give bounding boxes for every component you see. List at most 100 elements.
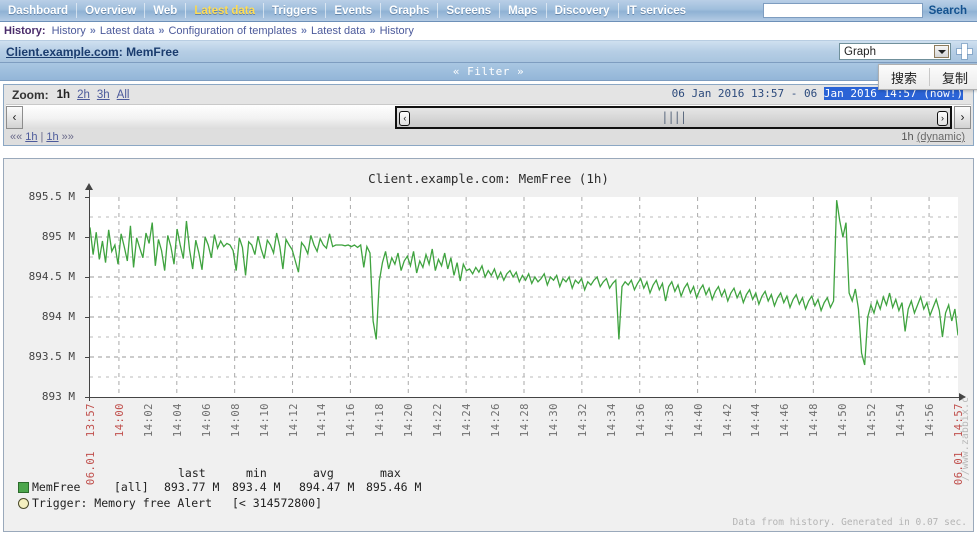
legend-value-min: 893.4 M <box>232 480 281 494</box>
chevron-down-icon[interactable] <box>934 45 949 58</box>
browser-context-menu[interactable]: 搜索 复制 <box>878 64 977 90</box>
generation-info: Data from history. Generated in 0.07 sec… <box>732 517 968 528</box>
dynamic-link[interactable]: (dynamic) <box>917 131 965 143</box>
plot-area[interactable] <box>90 197 958 397</box>
graph-legend: last min avg max MemFree [all] 893.77 M 893.4 … <box>18 466 578 512</box>
trigger-expression: [< 314572800] <box>232 496 323 510</box>
graph-title: Client.example.com: MemFree (1h) <box>368 171 609 186</box>
trigger-label: Trigger: Memory free Alert <box>32 496 213 510</box>
nav-item-screens[interactable]: Screens <box>438 0 499 21</box>
nav-item-overview[interactable]: Overview <box>77 0 144 21</box>
x-axis-tick-label: 14:44 <box>750 403 763 438</box>
nav-item-dashboard[interactable]: Dashboard <box>0 0 76 21</box>
y-axis-tick <box>85 277 90 278</box>
nav-item-web[interactable]: Web <box>145 0 185 21</box>
x-axis-tick-label: 13:57 <box>85 403 97 438</box>
scroll-left-button[interactable]: ‹ <box>6 105 23 129</box>
range-from: 06 Jan 2016 13:57 <box>671 87 785 100</box>
legend-header-row: last min avg max <box>18 466 578 480</box>
context-menu-item-search[interactable]: 搜索 <box>879 68 929 87</box>
x-axis-tick-label: 14:52 <box>866 403 879 438</box>
graph-type-select-value: Graph <box>844 45 876 58</box>
zoom-option-all[interactable]: All <box>117 89 130 101</box>
breadcrumb: History: History» Latest data» Configurati… <box>0 22 977 41</box>
time-slider-thumb[interactable]: ‹ |||| › <box>395 105 952 129</box>
filter-toggle-bar[interactable]: « Filter » <box>0 63 977 81</box>
x-axis-tick-label: 14:10 <box>258 403 271 438</box>
x-axis-tick-label: 14:12 <box>287 403 300 438</box>
legend-row: MemFree [all] 893.77 M 893.4 M 894.47 M 895.4… <box>18 480 578 496</box>
filter-label[interactable]: « Filter » <box>453 65 524 78</box>
legend-value-max: 895.46 M <box>366 480 422 494</box>
slider-right-handle[interactable]: › <box>937 110 948 126</box>
graph-panel: Client.example.com: MemFree (1h) 895.5 M… <box>3 158 974 532</box>
legend-series-scope: [all] <box>114 480 149 494</box>
breadcrumb-link[interactable]: Configuration of templates <box>168 25 296 37</box>
x-axis-tick-label: 14:08 <box>229 403 242 438</box>
x-axis-tick-label: 14:40 <box>692 403 705 438</box>
trigger-swatch-icon <box>18 498 29 509</box>
breadcrumb-separator: » <box>369 25 376 37</box>
host-title-separator: : <box>118 44 127 59</box>
breadcrumb-title: History: <box>4 25 46 37</box>
legend-series-name: MemFree <box>32 480 81 494</box>
legend-header-min: min <box>246 466 267 480</box>
nav-item-events[interactable]: Events <box>326 0 380 21</box>
x-axis-tick-label: 14:34 <box>605 403 618 438</box>
context-menu-item-copy[interactable]: 复制 <box>930 68 977 87</box>
zoom-row: Zoom: 1h 2h 3h All 06 Jan 2016 13:57 - 06 J… <box>4 85 973 104</box>
pager-next-link[interactable]: 1h <box>46 131 58 143</box>
y-axis-tick <box>85 397 90 398</box>
breadcrumb-items: History» Latest data» Configuration of tem… <box>51 25 415 37</box>
zoom-option-1h[interactable]: 1h <box>57 89 70 101</box>
y-axis-tick <box>85 317 90 318</box>
legend-header-max: max <box>380 466 401 480</box>
host-link[interactable]: Client.example.com <box>6 45 119 59</box>
add-favorite-button[interactable] <box>955 42 974 61</box>
time-pager-row: «« 1h | 1h »» 1h (dynamic) <box>4 129 973 145</box>
nav-item-graphs[interactable]: Graphs <box>381 0 437 21</box>
breadcrumb-separator: » <box>300 25 308 37</box>
zoom-option-2h[interactable]: 2h <box>77 89 90 101</box>
breadcrumb-separator: » <box>89 25 96 37</box>
zoom-option-3h[interactable]: 3h <box>97 89 110 101</box>
x-axis-tick-label: 14:22 <box>432 403 445 438</box>
x-axis-tick-label: 14:18 <box>374 403 387 438</box>
search-input[interactable] <box>762 3 923 18</box>
nav-items: Dashboard Overview Web Latest data Triggers E… <box>0 0 694 21</box>
y-axis-tick <box>85 197 90 198</box>
pager-prev-icon[interactable]: «« <box>10 131 22 143</box>
breadcrumb-link[interactable]: History <box>380 25 414 37</box>
legend-header-last: last <box>178 466 206 480</box>
nav-item-latest-data[interactable]: Latest data <box>186 0 263 21</box>
scroll-right-button[interactable]: › <box>954 105 971 129</box>
x-axis-tick-label: 14:38 <box>663 403 676 438</box>
main-navigation-bar: Dashboard Overview Web Latest data Triggers E… <box>0 0 977 22</box>
nav-item-discovery[interactable]: Discovery <box>547 0 618 21</box>
zabbix-history-page: Dashboard Overview Web Latest data Triggers E… <box>0 0 977 537</box>
nav-item-maps[interactable]: Maps <box>500 0 545 21</box>
search-button[interactable]: Search <box>929 5 973 17</box>
breadcrumb-link[interactable]: History <box>52 25 86 37</box>
x-axis-tick-label: 14:56 <box>924 403 937 438</box>
x-axis-tick-label: 14:24 <box>461 403 474 438</box>
slider-left-handle[interactable]: ‹ <box>399 110 411 126</box>
pager-divider: | <box>40 131 44 143</box>
graph-type-select[interactable]: Graph <box>839 43 951 60</box>
y-axis-tick-label: 895 M <box>41 230 75 243</box>
y-axis-tick-label: 894.5 M <box>28 270 75 283</box>
time-period-selector: Zoom: 1h 2h 3h All 06 Jan 2016 13:57 - 06 J… <box>3 84 974 146</box>
nav-item-triggers[interactable]: Triggers <box>264 0 325 21</box>
nav-item-it-services[interactable]: IT services <box>619 0 694 21</box>
pager-next-icon[interactable]: »» <box>62 131 74 143</box>
time-slider-track[interactable]: ‹ |||| › <box>23 105 954 129</box>
global-search-area: Search <box>762 0 977 21</box>
breadcrumb-link[interactable]: Latest data <box>100 25 154 37</box>
page-title: Client.example.com: MemFree <box>6 45 179 59</box>
range-dash: - <box>790 87 798 100</box>
x-axis-tick-label: 14:16 <box>345 403 358 438</box>
x-axis-tick-label: 14:50 <box>837 403 850 438</box>
pager-prev-link[interactable]: 1h <box>25 131 37 143</box>
period-value: 1h <box>901 131 914 143</box>
breadcrumb-link[interactable]: Latest data <box>311 25 365 37</box>
